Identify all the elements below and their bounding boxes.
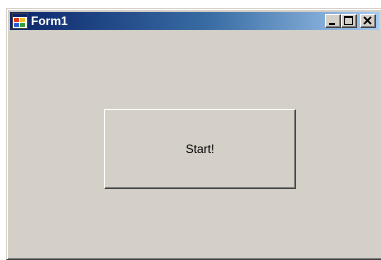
start-button[interactable]: Start! [104, 109, 296, 189]
close-button[interactable] [360, 14, 376, 28]
form-window: Form1 Start! [6, 8, 381, 260]
form-client-area: Start! [10, 31, 379, 256]
form-app-icon[interactable] [12, 13, 28, 29]
close-icon [363, 16, 372, 25]
maximize-icon [344, 16, 353, 25]
maximize-button[interactable] [341, 14, 357, 28]
minimize-button[interactable] [325, 14, 341, 28]
window-title: Form1 [31, 14, 68, 28]
title-bar[interactable]: Form1 [10, 12, 379, 30]
minimize-icon [329, 23, 335, 25]
